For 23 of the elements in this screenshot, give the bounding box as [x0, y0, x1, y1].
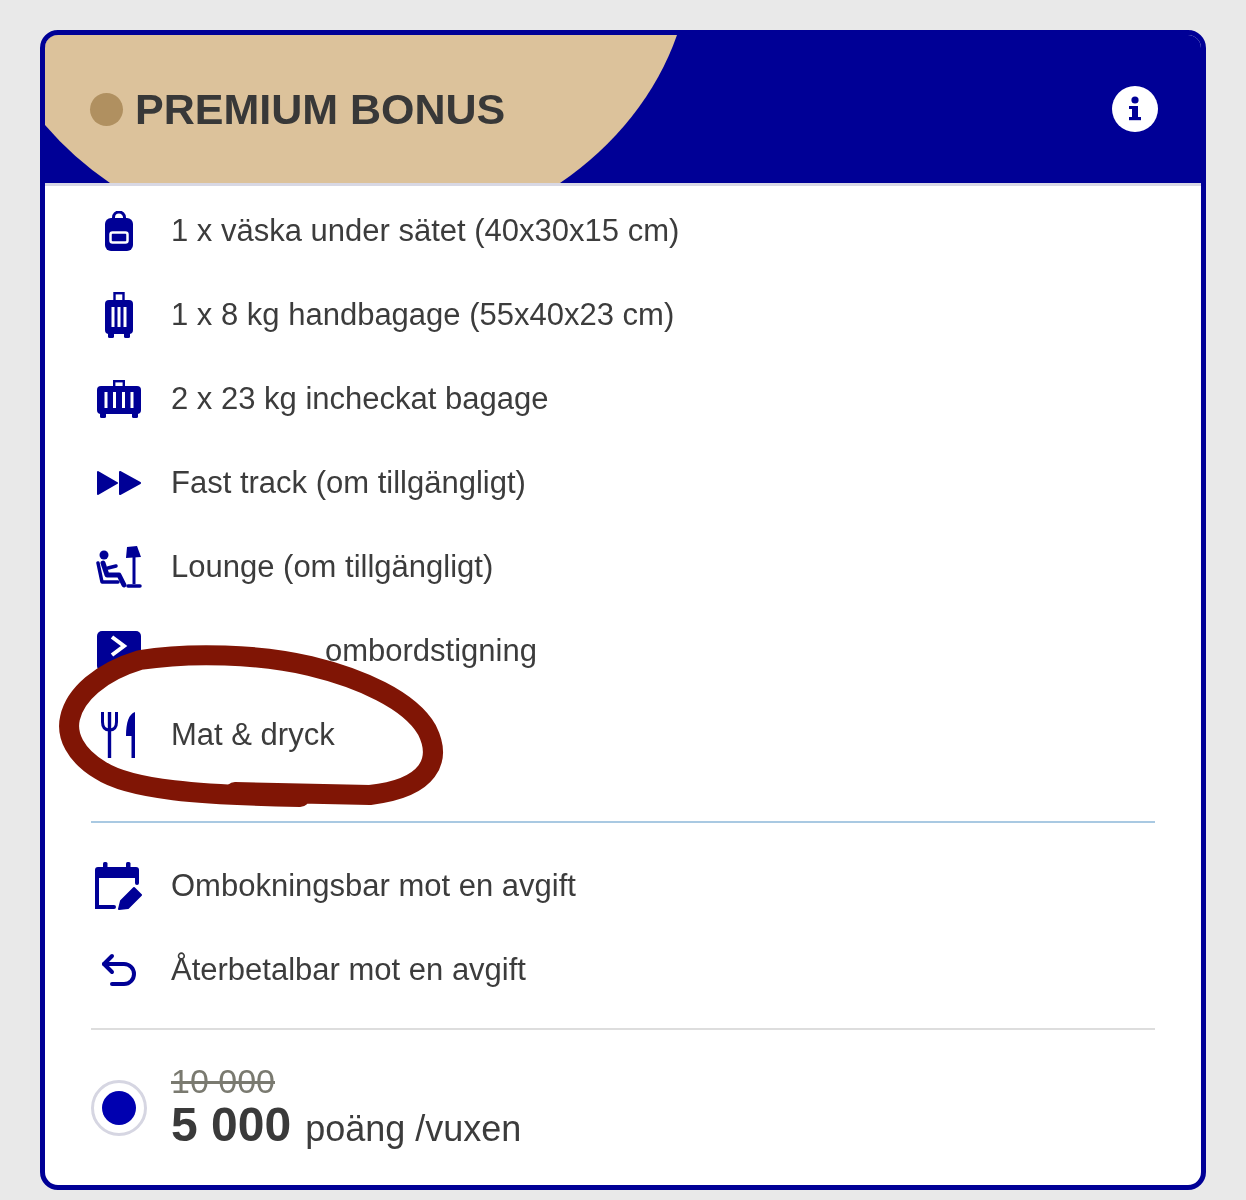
- lounge-chair-icon: [96, 546, 142, 588]
- radio-button[interactable]: [91, 1080, 147, 1136]
- card-title: PREMIUM BONUS: [135, 84, 506, 134]
- fast-forward-icon: [97, 471, 141, 495]
- luggage-icon: [97, 380, 141, 418]
- feature-text: 1 x väska under sätet (40x30x15 cm): [171, 213, 680, 249]
- price-unit: poäng /vuxen: [305, 1107, 522, 1151]
- fork-knife-icon: [101, 712, 137, 758]
- info-icon[interactable]: [1112, 86, 1158, 132]
- calendar-edit-icon: [95, 862, 143, 910]
- feature-text: 1 x 8 kg handbagage (55x40x23 cm): [171, 297, 675, 333]
- price-amount: 5 000: [171, 1100, 292, 1150]
- suitcase-icon: [105, 292, 133, 338]
- backpack-icon: [105, 211, 133, 251]
- feature-text: 2 x 23 kg incheckat bagage: [171, 381, 549, 417]
- feature-text: Lounge (om tillgängligt): [171, 549, 494, 585]
- feature-text: Fast track (om tillgängligt): [171, 465, 526, 501]
- return-arrow-icon: [101, 953, 137, 987]
- feature-text: Ombokningsbar mot en avgift: [171, 868, 576, 904]
- feature-text: ombordstigning: [325, 633, 537, 669]
- old-price: 10 000: [171, 1062, 275, 1100]
- feature-text: Återbetalbar mot en avgift: [171, 952, 526, 988]
- feature-text: Mat & dryck: [171, 717, 335, 753]
